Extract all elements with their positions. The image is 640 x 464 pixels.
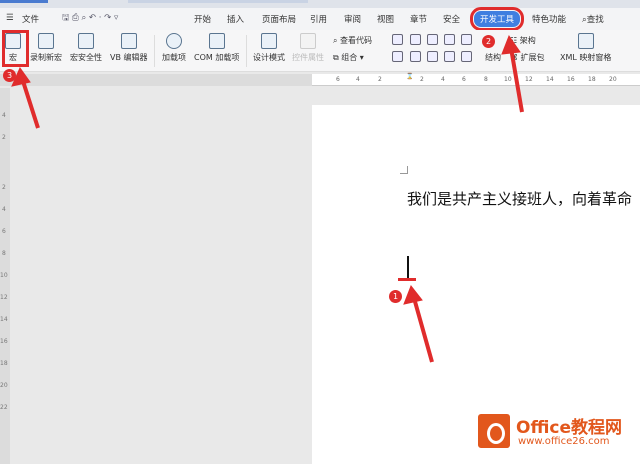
arrow-3 (20, 77, 40, 129)
step-badge-1: 1 (389, 290, 402, 303)
office-logo-icon (478, 414, 510, 448)
arrow-1 (412, 297, 434, 363)
annotation-arrows (11, 34, 524, 363)
step-badge-2: 2 (482, 35, 495, 48)
arrow-2 (509, 47, 524, 113)
step-badge-3: 3 (3, 69, 16, 82)
watermark: Office教程网 www.office26.com (478, 410, 640, 458)
